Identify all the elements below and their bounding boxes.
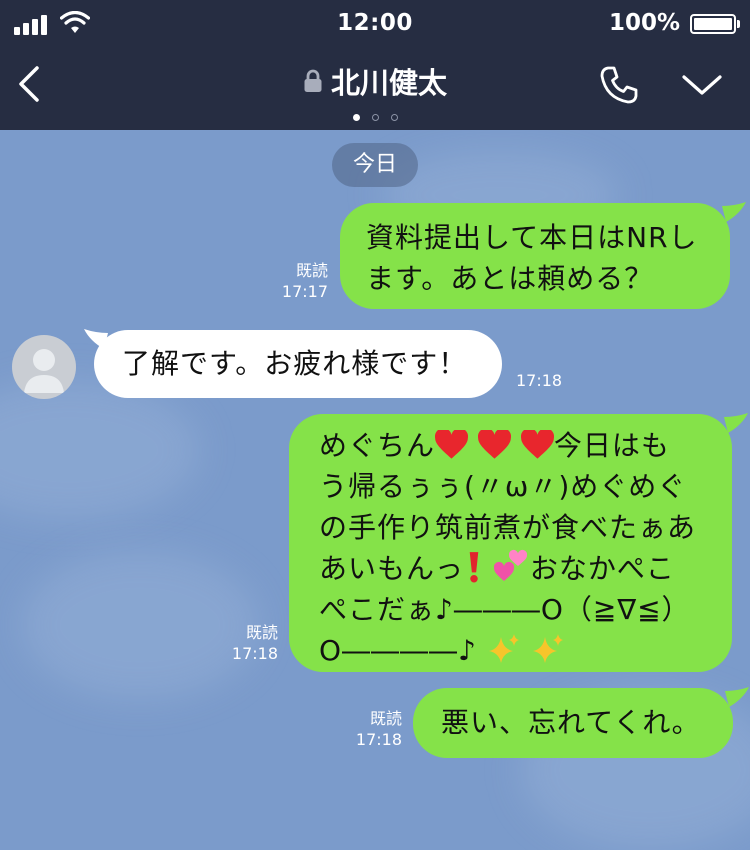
page-indicator: [0, 106, 750, 125]
message-time: 17:18: [516, 371, 563, 390]
page-dot: [371, 114, 379, 121]
chat-area[interactable]: 今日 既読 17:17 資料提出して本日はNRし ます。あとは頼める？ 了解です…: [0, 130, 750, 850]
message-text: 今日はも: [553, 429, 670, 462]
bubble-tail: [722, 202, 746, 222]
message-meta: 既読 17:17: [270, 260, 328, 302]
message-line: 資料提出して本日はNRし: [366, 221, 698, 254]
page-dot: [352, 114, 360, 121]
read-receipt: 既読: [295, 261, 328, 280]
date-divider: 今日: [332, 143, 418, 187]
avatar[interactable]: [12, 335, 76, 399]
read-receipt: 既読: [369, 709, 402, 728]
message-text: 悪い、忘れてくれ。: [441, 706, 701, 739]
message-bubble-outgoing[interactable]: 悪い、忘れてくれ。: [413, 688, 733, 758]
message-bubble-incoming[interactable]: 了解です。お疲れ様です！: [94, 330, 502, 398]
contact-name: 北川健太: [330, 66, 447, 100]
message-line: めぐちん 今日はも: [319, 425, 732, 466]
message-line: ます。あとは頼める？: [366, 262, 654, 295]
message-text: めぐちん: [319, 429, 436, 462]
bubble-tail: [84, 329, 108, 349]
avatar-icon: [24, 349, 64, 393]
message-line: う帰るぅぅ(〃ω〃)めぐめぐ: [319, 470, 687, 503]
message-meta: 既読 17:18: [344, 708, 402, 750]
read-receipt: 既読: [245, 623, 278, 642]
message-text: おなかぺこ: [529, 552, 675, 585]
exclamation-icon: [469, 552, 479, 583]
message-bubble-outgoing[interactable]: 資料提出して本日はNRし ます。あとは頼める？: [340, 203, 730, 309]
message-text: 了解です。お疲れ様です！: [122, 347, 468, 380]
battery-icon: [690, 14, 740, 34]
message-time: 17:18: [355, 730, 402, 749]
bubble-tail: [724, 413, 748, 433]
sparkles-icon: [488, 634, 519, 663]
lock-icon: [304, 69, 322, 92]
bubble-tail: [725, 687, 749, 707]
message-text: O――――♪: [319, 634, 477, 667]
message-line: O――――♪: [319, 630, 732, 671]
chevron-down-icon[interactable]: [680, 72, 724, 98]
message-line: ぺこだぁ♪―――O（≧∇≦）: [319, 593, 691, 626]
phone-icon[interactable]: [598, 64, 640, 106]
top-bar: 12:00 100% 北川健太: [0, 0, 750, 130]
message-time: 17:17: [281, 282, 328, 301]
message-line: の手作り筑前煮が食べたぁあ: [319, 511, 697, 544]
status-bar: 12:00 100%: [0, 0, 750, 50]
battery-percentage: 100%: [608, 10, 680, 36]
sparkling-heart-icon: [493, 549, 528, 581]
sparkles-icon: [532, 634, 563, 663]
message-bubble-outgoing[interactable]: めぐちん 今日はも う帰るぅぅ(〃ω〃)めぐめぐ の手作り筑前煮が食べたぁあ あ…: [289, 414, 732, 672]
heart-icon: [520, 430, 554, 459]
message-line: あいもんっ おなかぺこ: [319, 548, 732, 589]
heart-icon: [435, 430, 469, 459]
message-time: 17:18: [231, 644, 278, 663]
message-meta: 既読 17:18: [220, 622, 278, 664]
chat-header: 北川健太: [0, 50, 750, 130]
message-text: あいもんっ: [319, 552, 465, 585]
heart-icon: [477, 430, 511, 459]
page-dot: [390, 114, 398, 121]
